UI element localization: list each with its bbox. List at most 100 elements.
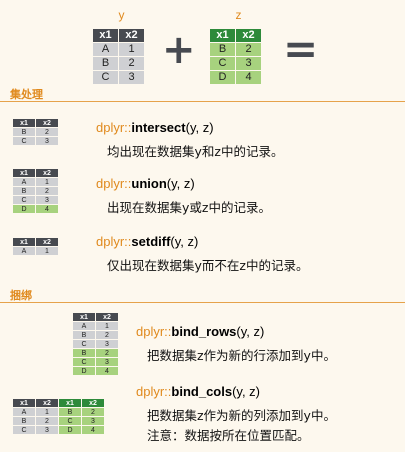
table-header-row: x1 x2 x1 x2 [13, 399, 104, 407]
column-header: x2 [82, 399, 104, 407]
table-cell: 4 [236, 71, 261, 84]
z-table: x1 x2 B 2 C 3 D 4 [209, 28, 262, 85]
function-name: intersect [131, 120, 186, 135]
equals-sign: = [283, 24, 319, 73]
table-row: B 2 [73, 331, 118, 339]
table-cell: 1 [36, 408, 58, 416]
table-row: B 2 C 3 [13, 417, 104, 425]
section-title-set-ops: 集处理 [10, 88, 43, 101]
function-args: (y, z) [185, 120, 214, 135]
table-row: C 3 [13, 137, 58, 145]
table-row: B 2 [93, 57, 144, 70]
package-prefix: dplyr:: [96, 176, 132, 191]
setdiff-description: 仅出现在数据集y而不在z中的记录。 [107, 258, 309, 273]
section-divider [0, 302, 405, 303]
table-cell: 4 [36, 205, 58, 213]
table-row: B 2 [73, 349, 118, 357]
table-row: A 1 B 2 [13, 408, 104, 416]
table-cell: 2 [96, 349, 118, 357]
table-row: C 3 D 4 [13, 426, 104, 434]
package-prefix: dplyr:: [136, 384, 172, 399]
table-cell: 2 [82, 408, 104, 416]
table-cell: C [73, 358, 95, 366]
package-prefix: dplyr:: [96, 120, 132, 135]
column-header: x1 [59, 399, 81, 407]
table-cell: 2 [236, 43, 261, 56]
column-header: x2 [36, 238, 58, 246]
function-name: setdiff [131, 234, 171, 249]
function-args: (y, z) [232, 384, 261, 399]
table-cell: C [13, 137, 35, 145]
column-header: x2 [236, 29, 261, 42]
table-cell: 2 [36, 187, 58, 195]
table-cell: 2 [96, 331, 118, 339]
table-cell: B [13, 417, 35, 425]
union-result-table: x1 x2 A 1 B 2 C 3 D 4 [12, 168, 59, 214]
setdiff-result-table: x1 x2 A 1 [12, 237, 59, 256]
table-cell: C [13, 426, 35, 434]
bind-rows-function: dplyr::bind_rows(y, z) [136, 324, 264, 339]
table-header-row: x1 x2 [210, 29, 261, 42]
section-divider [0, 101, 405, 102]
table-cell: C [93, 71, 118, 84]
table-cell: A [73, 322, 95, 330]
column-header: x1 [210, 29, 235, 42]
column-header: x2 [36, 119, 58, 127]
function-name: bind_cols [171, 384, 233, 399]
package-prefix: dplyr:: [136, 324, 172, 339]
setdiff-function: dplyr::setdiff(y, z) [96, 234, 198, 249]
bind-cols-description: 把数据集z作为新的列添加到y中。 [147, 408, 336, 423]
function-args: (y, z) [236, 324, 265, 339]
table-cell: 1 [119, 43, 144, 56]
table-cell: 3 [36, 137, 58, 145]
intersect-function: dplyr::intersect(y, z) [96, 120, 214, 135]
table-cell: C [59, 417, 81, 425]
table-cell: B [73, 349, 95, 357]
table-row: B 2 [13, 187, 58, 195]
table-cell: 2 [119, 57, 144, 70]
bind-cols-result-table: x1 x2 x1 x2 A 1 B 2 B 2 C 3 C 3 D 4 [12, 398, 105, 435]
table-cell: 3 [82, 417, 104, 425]
table-header-row: x1 x2 [13, 238, 58, 246]
column-header: x1 [13, 119, 35, 127]
table-row: C 3 [73, 340, 118, 348]
table-row: C 3 [93, 71, 144, 84]
column-header: x2 [36, 399, 58, 407]
table-cell: 3 [96, 358, 118, 366]
table-row: B 2 [210, 43, 261, 56]
table-cell: 1 [36, 178, 58, 186]
table-cell: B [59, 408, 81, 416]
table-cell: 3 [36, 426, 58, 434]
section-title-binding: 捆绑 [10, 289, 32, 302]
table-header-row: x1 x2 [13, 169, 58, 177]
union-function: dplyr::union(y, z) [96, 176, 195, 191]
table-cell: A [13, 178, 35, 186]
column-header: x1 [73, 313, 95, 321]
table-cell: 1 [36, 247, 58, 255]
table-header-row: x1 x2 [93, 29, 144, 42]
column-header: x2 [36, 169, 58, 177]
bind-cols-note: 注意：数据按所在位置匹配。 [147, 428, 310, 443]
column-header: x2 [119, 29, 144, 42]
table-cell: 3 [119, 71, 144, 84]
intersect-description: 均出现在数据集y和z中的记录。 [107, 144, 284, 159]
table-row: A 1 [73, 322, 118, 330]
table-cell: D [13, 205, 35, 213]
column-header: x1 [13, 169, 35, 177]
table-cell: 4 [82, 426, 104, 434]
table-row: C 3 [210, 57, 261, 70]
function-name: bind_rows [171, 324, 237, 339]
function-args: (y, z) [166, 176, 195, 191]
table-cell: D [59, 426, 81, 434]
table-cell: A [13, 408, 35, 416]
table-row: D 4 [73, 367, 118, 375]
table-cell: B [93, 57, 118, 70]
table-cell: 1 [96, 322, 118, 330]
table-cell: 2 [36, 128, 58, 136]
table-row: A 1 [13, 247, 58, 255]
table-cell: B [210, 43, 235, 56]
intersect-result-table: x1 x2 B 2 C 3 [12, 118, 59, 146]
column-header: x2 [96, 313, 118, 321]
package-prefix: dplyr:: [96, 234, 132, 249]
bind-rows-result-table: x1 x2 A 1 B 2 C 3 B 2 C 3 D 4 [72, 312, 119, 376]
